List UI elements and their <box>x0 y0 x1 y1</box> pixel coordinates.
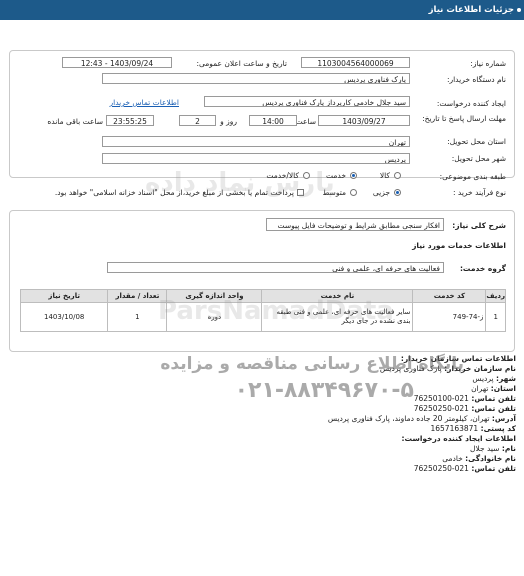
page-header: جزئیات اطلاعات نیاز <box>0 0 524 20</box>
cell-qty: 1 <box>107 302 168 332</box>
contact-fax: تلفن تماس: 021-76250250 <box>413 404 516 413</box>
col-row: ردیف <box>485 289 506 303</box>
category-option-goods: کالا <box>379 171 390 180</box>
cell-row: 1 <box>485 302 506 332</box>
deadline-date-field: 1403/09/27 <box>318 115 410 126</box>
purchase-option-minor: جزیی <box>372 188 390 197</box>
need-number-field: 1103004564000069 <box>301 57 410 68</box>
remaining-label: ساعت باقی مانده <box>47 117 103 126</box>
col-name: نام خدمت <box>261 289 414 303</box>
stamp-phone: ۰۲۱-۸۸۳۴۹۶۷۰-۵ <box>234 378 414 403</box>
summary-field: افکار سنجی مطابق شرایط و توضیحات فایل پی… <box>266 218 444 231</box>
city-label: شهر محل تحویل: <box>451 154 506 163</box>
contact-info-link[interactable]: اطلاعات تماس خریدار <box>110 98 180 107</box>
col-qty: تعداد / مقدار <box>107 289 168 303</box>
cell-name: سایر فعالیت های حرفه ای، علمی و فنی طبقه… <box>261 302 414 332</box>
creator-last-name: نام خانوادگی: خادمی <box>442 454 516 463</box>
requester-label: ایجاد کننده درخواست: <box>436 99 506 108</box>
province-label: استان محل تحویل: <box>447 137 506 146</box>
province-field: تهران <box>102 136 410 147</box>
table-row: 1 ز-74-749 سایر فعالیت های حرفه ای، علمی… <box>19 302 506 332</box>
need-number-label: شماره نیاز: <box>470 59 506 68</box>
contact-province: استان: تهران <box>471 384 516 393</box>
summary-label: شرح کلی نیاز: <box>452 221 506 230</box>
days-label: روز و <box>220 117 237 126</box>
services-title: اطلاعات خدمات مورد نیاز <box>412 241 506 250</box>
payment-note: پرداخت تمام یا بخشی از مبلغ خرید،از محل … <box>54 188 294 197</box>
remaining-time-field: 23:55:25 <box>106 115 154 126</box>
group-field: فعالیت های حرفه ای، علمی و فنی <box>107 262 444 273</box>
deadline-label: مهلت ارسال پاسخ تا تاریخ: <box>422 114 506 123</box>
cell-code: ز-74-749 <box>412 302 487 332</box>
stamp-fa-line: پایگاه اطلاع رسانی مناقصه و مزایده <box>160 354 464 374</box>
contact-phone: تلفن تماس: 021-76250100 <box>413 394 516 403</box>
deadline-time-field: 14:00 <box>249 115 297 126</box>
category-option-goods-service: کالا/خدمت <box>266 171 299 180</box>
creator-first-name: نام: سید جلال <box>470 444 516 453</box>
days-field: 2 <box>179 115 216 126</box>
category-radio-goods[interactable] <box>394 172 401 179</box>
col-unit: واحد اندازه گیری <box>166 289 263 303</box>
header-bullet-icon <box>517 8 521 12</box>
services-table: ردیف کد خدمت نام خدمت واحد اندازه گیری ت… <box>19 289 506 332</box>
creator-phone: تلفن تماس: 021-76250250 <box>413 464 516 473</box>
purchase-option-medium: متوسط <box>322 188 346 197</box>
table-header-row: ردیف کد خدمت نام خدمت واحد اندازه گیری ت… <box>19 289 506 303</box>
purchase-radio-medium[interactable] <box>350 189 357 196</box>
category-radio-goods-service[interactable] <box>303 172 310 179</box>
category-option-service: خدمت <box>326 171 346 180</box>
page-title: جزئیات اطلاعات نیاز <box>428 5 514 15</box>
buyer-org-field: پارک فناوری پردیس <box>102 73 410 84</box>
category-radio-service[interactable] <box>350 172 357 179</box>
creator-title: اطلاعات ایجاد کننده درخواست: <box>401 434 517 443</box>
group-label: گروه خدمت: <box>459 264 506 273</box>
contact-address: آدرس: تهران، کیلومتر 20 جاده دماوند، پار… <box>327 414 516 423</box>
purchase-radio-minor[interactable] <box>394 189 401 196</box>
contact-city: شهر: پردیس <box>472 374 516 383</box>
category-label: طبقه بندی موضوعی: <box>439 172 506 181</box>
purchase-type-label: نوع فرآیند خرید : <box>452 188 506 197</box>
treasury-payment-checkbox[interactable] <box>297 189 304 196</box>
requester-field: سید جلال خادمی کارپرداز پارک فناوری پردی… <box>204 96 410 107</box>
col-code: کد خدمت <box>412 289 487 303</box>
cell-date: 1403/10/08 <box>19 302 109 332</box>
announce-field: 1403/09/24 - 12:43 <box>62 57 172 68</box>
deadline-time-label: ساعت <box>295 117 316 126</box>
col-date: تاریخ نیاز <box>19 289 109 303</box>
city-field: پردیس <box>102 153 410 164</box>
buyer-org-label: نام دستگاه خریدار: <box>446 75 506 84</box>
announce-label: تاریخ و ساعت اعلان عمومی: <box>196 59 287 68</box>
contact-postal: کد پستی: 1657163871 <box>430 424 516 433</box>
cell-unit: دوره <box>166 302 263 332</box>
